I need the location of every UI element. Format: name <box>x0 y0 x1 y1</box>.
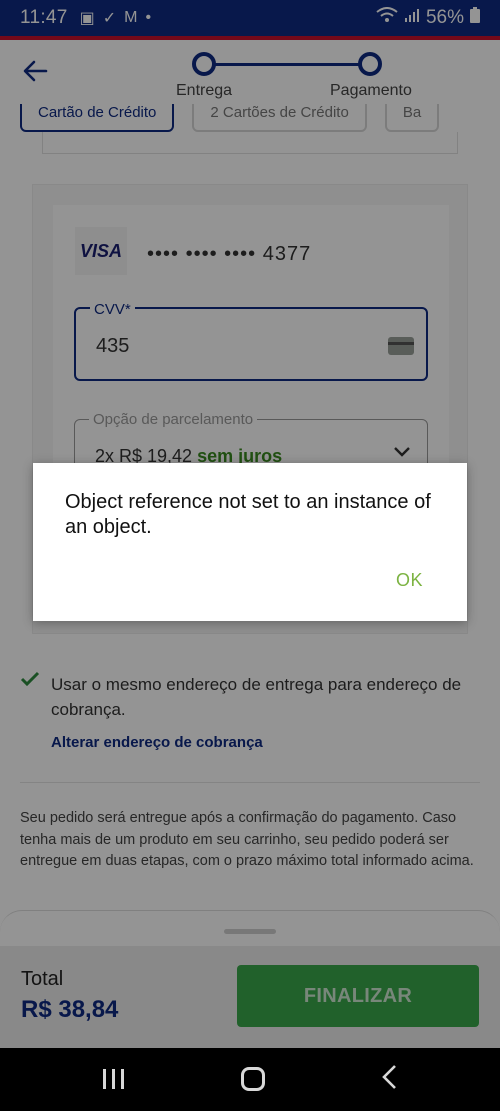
recent-apps-icon[interactable] <box>103 1069 125 1089</box>
error-dialog: Object reference not set to an instance … <box>33 463 467 621</box>
nav-back-icon[interactable] <box>380 1064 398 1095</box>
ok-button[interactable]: OK <box>396 570 423 591</box>
error-message: Object reference not set to an instance … <box>65 491 431 538</box>
home-icon[interactable] <box>241 1067 265 1091</box>
system-nav-bar <box>0 1048 500 1111</box>
